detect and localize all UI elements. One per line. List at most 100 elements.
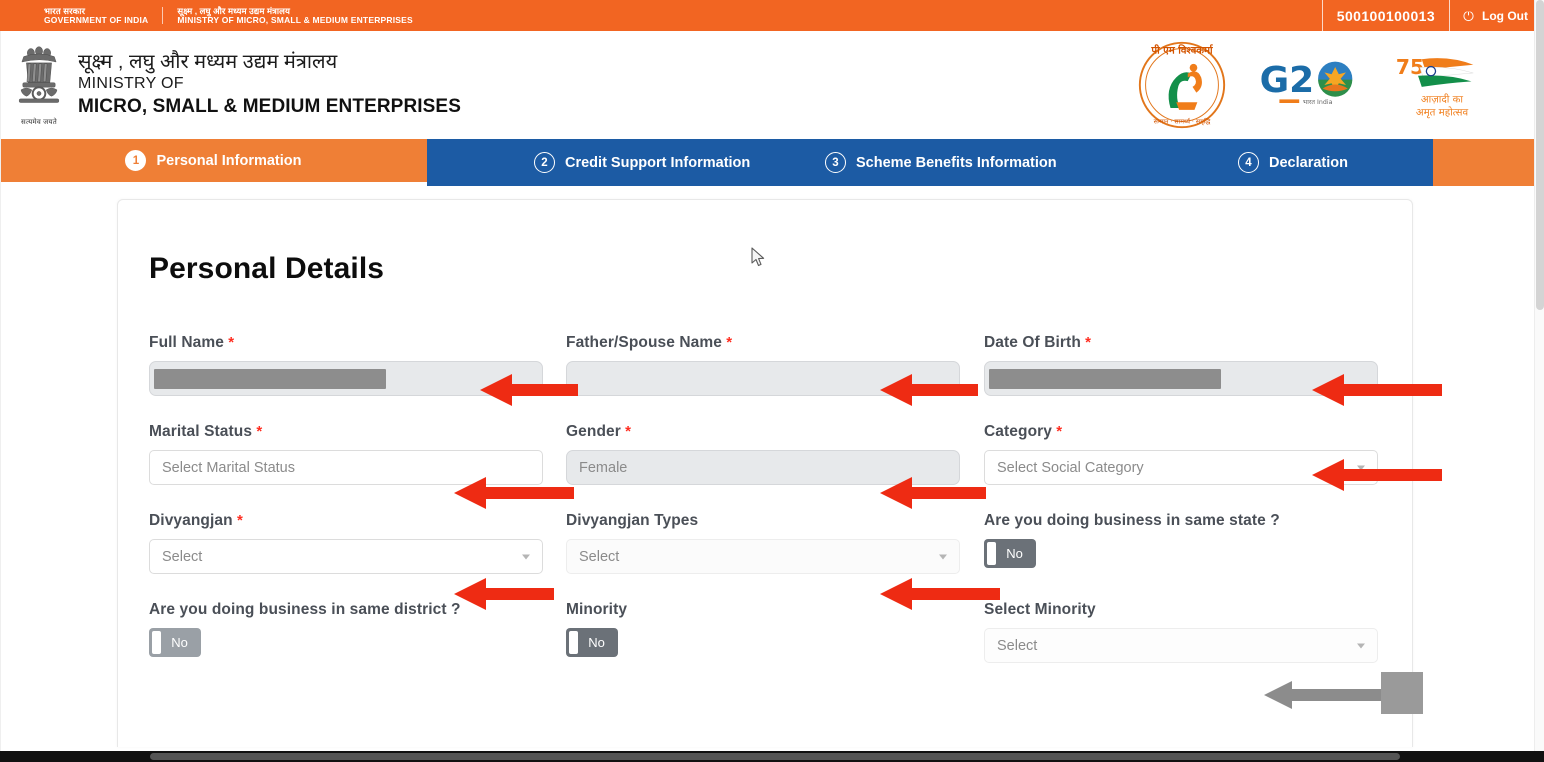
redaction-block-date-of-birth: [989, 368, 1221, 389]
site-header: सत्यमेव जयते सूक्ष्म , लघु और मध्यम उद्य…: [0, 31, 1534, 138]
chevron-down-icon: [522, 554, 530, 559]
select-divyangjan-types[interactable]: Select: [566, 539, 960, 574]
emblem-caption: सत्यमेव जयते: [21, 118, 57, 126]
power-icon: [1463, 9, 1474, 22]
toggle-minority[interactable]: No: [566, 628, 618, 657]
label-divyangjan: Divyangjan *: [149, 512, 566, 530]
form-row-1: Full Name * Father/Spouse Name * Date Of…: [149, 334, 1384, 396]
svg-text:अमृत महोत्सव: अमृत महोत्सव: [1416, 105, 1469, 118]
personal-details-form: Full Name * Father/Spouse Name * Date Of…: [149, 334, 1384, 663]
tab-credit-support-information[interactable]: 2 Credit Support Information: [427, 139, 780, 186]
field-group-business-same-state: Are you doing business in same state ? N…: [984, 512, 1384, 574]
tab-scheme-benefits-information[interactable]: 3 Scheme Benefits Information: [780, 139, 1133, 186]
label-divyangjan-types: Divyangjan Types: [566, 512, 699, 529]
form-row-2: Marital Status * Select Marital Status G…: [149, 423, 1384, 485]
gov-bar-account-group: 500100100013 Log Out: [1321, 0, 1544, 31]
select-divyangjan[interactable]: Select: [149, 539, 543, 574]
personal-details-card: Personal Details Full Name * Father/Spou…: [117, 199, 1413, 747]
government-of-india-block: भारत सरकार GOVERNMENT OF INDIA: [30, 6, 162, 25]
required-marker: *: [232, 512, 243, 529]
label-full-name-text: Full Name: [149, 334, 224, 351]
label-business-same-state: Are you doing business in same state ?: [984, 512, 1280, 529]
field-group-marital-status: Marital Status * Select Marital Status: [149, 423, 566, 485]
ministry-title-line1: MINISTRY OF: [78, 75, 184, 93]
toggle-business-same-district[interactable]: No: [149, 628, 201, 657]
select-marital-status[interactable]: Select Marital Status: [149, 450, 543, 485]
azadi-ka-amrit-mahotsav-logo: 75 आज़ादी का अमृत महोत्सव: [1396, 54, 1474, 118]
svg-text:75: 75: [1396, 54, 1424, 78]
field-group-full-name: Full Name *: [149, 334, 566, 396]
svg-text:सम्मान · सामर्थ्य · समृद्धि: सम्मान · सामर्थ्य · समृद्धि: [1154, 117, 1212, 125]
label-date-of-birth: Date Of Birth *: [984, 334, 1384, 352]
label-marital-status-text: Marital Status: [149, 423, 253, 440]
select-minority[interactable]: Select: [984, 628, 1378, 663]
select-minority-placeholder: Select: [997, 637, 1038, 654]
vertical-scrollbar-thumb[interactable]: [1536, 0, 1544, 310]
field-group-minority: Minority No: [566, 601, 984, 663]
label-minority: Minority: [566, 601, 628, 618]
tab-4-number: 4: [1238, 152, 1259, 173]
gender-value: Female: [579, 459, 628, 476]
required-marker: *: [1080, 334, 1092, 351]
redaction-block-minority: [1381, 672, 1423, 714]
tab-declaration[interactable]: 4 Declaration: [1133, 139, 1433, 186]
tab-3-label: Scheme Benefits Information: [856, 154, 1057, 171]
chevron-down-icon: [1357, 643, 1365, 648]
label-select-minority: Select Minority: [984, 601, 1096, 618]
field-group-business-same-district: Are you doing business in same district …: [149, 601, 566, 663]
select-marital-status-placeholder: Select Marital Status: [162, 459, 295, 476]
input-date-of-birth[interactable]: [984, 361, 1378, 396]
select-divyangjan-types-placeholder: Select: [579, 548, 620, 565]
field-group-date-of-birth: Date Of Birth *: [984, 334, 1384, 396]
label-father-spouse-name-text: Father/Spouse Name: [566, 334, 722, 351]
field-group-divyangjan-types: Divyangjan Types Select: [566, 512, 984, 574]
horizontal-scrollbar-thumb[interactable]: [150, 753, 1400, 760]
label-category: Category *: [984, 423, 1384, 441]
tab-1-number: 1: [125, 150, 147, 171]
field-group-divyangjan: Divyangjan * Select: [149, 512, 566, 574]
required-marker: *: [223, 334, 235, 351]
tab-2-label: Credit Support Information: [565, 154, 751, 171]
step-tab-bar: 1 Personal Information 2 Credit Support …: [0, 139, 1534, 186]
government-top-bar: भारत सरकार GOVERNMENT OF INDIA सूक्ष्म ,…: [0, 0, 1544, 31]
label-date-of-birth-text: Date Of Birth: [984, 334, 1081, 351]
ministry-msme-block: सूक्ष्म , लघु और मध्यम उद्यम मंत्रालय MI…: [162, 6, 427, 25]
gov-india-english: GOVERNMENT OF INDIA: [44, 14, 149, 25]
toggle-business-same-state[interactable]: No: [984, 539, 1036, 568]
input-gender[interactable]: Female: [566, 450, 960, 485]
emblem-wrapper: सत्यमेव जयते: [8, 43, 70, 127]
label-gender: Gender *: [566, 423, 984, 441]
tab-4-label: Declaration: [1269, 154, 1348, 171]
mouse-cursor: [751, 247, 765, 267]
tab-3-number: 3: [825, 152, 846, 173]
vertical-scrollbar[interactable]: [1534, 0, 1544, 762]
gov-identity-group: भारत सरकार GOVERNMENT OF INDIA सूक्ष्म ,…: [0, 0, 427, 31]
label-business-same-district: Are you doing business in same district …: [149, 601, 461, 618]
required-marker: *: [721, 334, 733, 351]
logout-button[interactable]: Log Out: [1449, 0, 1544, 31]
gov-bar-spacer: [427, 0, 1322, 31]
required-marker: *: [620, 423, 632, 440]
input-full-name[interactable]: [149, 361, 543, 396]
form-row-3: Divyangjan * Select Divyangjan Types Sel…: [149, 512, 1384, 574]
ministry-title-line2: MICRO, SMALL & MEDIUM ENTERPRISES: [78, 96, 461, 118]
toggle-business-same-state-value: No: [1006, 546, 1023, 561]
select-category[interactable]: Select Social Category: [984, 450, 1378, 485]
tab-personal-information[interactable]: 1 Personal Information: [0, 139, 427, 186]
chevron-down-icon: [939, 554, 947, 559]
field-group-category: Category * Select Social Category: [984, 423, 1384, 485]
label-divyangjan-text: Divyangjan: [149, 512, 233, 529]
horizontal-scrollbar[interactable]: [0, 751, 1544, 762]
ministry-title-block: सूक्ष्म , लघु और मध्यम उद्यम मंत्रालय MI…: [78, 51, 461, 119]
required-marker: *: [1051, 423, 1063, 440]
label-gender-text: Gender: [566, 423, 621, 440]
svg-text:आज़ादी का: आज़ादी का: [1421, 92, 1463, 105]
field-group-father-spouse-name: Father/Spouse Name *: [566, 334, 984, 396]
gov-ministry-english: MINISTRY OF MICRO, SMALL & MEDIUM ENTERP…: [177, 14, 413, 25]
logout-label: Log Out: [1482, 8, 1528, 23]
field-group-gender: Gender * Female: [566, 423, 984, 485]
header-logo-group: पी एम विश्वकर्मा सम्मान · सामर्थ्य · समृ…: [1134, 39, 1534, 131]
input-father-spouse-name[interactable]: [566, 361, 960, 396]
chevron-down-icon: [1357, 465, 1365, 470]
label-father-spouse-name: Father/Spouse Name *: [566, 334, 984, 352]
